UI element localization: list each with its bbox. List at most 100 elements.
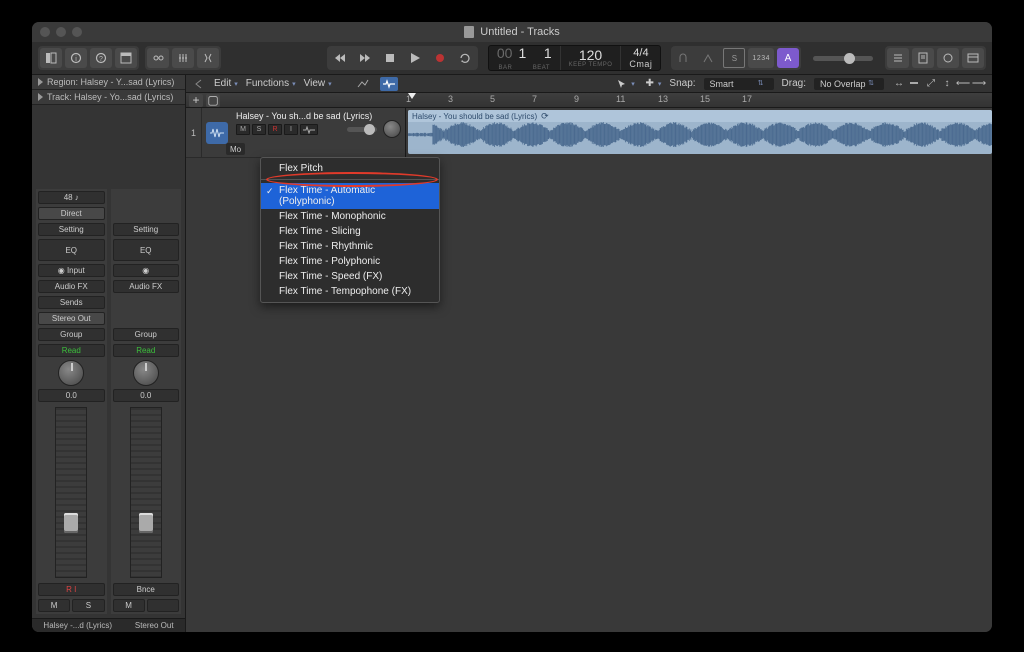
master-volume-slider[interactable] [813, 56, 873, 61]
traffic-lights[interactable] [40, 27, 82, 37]
tool-selector[interactable]: ▾ ✚▾ [617, 78, 661, 89]
pan-knob[interactable] [133, 360, 159, 386]
edit-menu[interactable]: Edit▾ [214, 78, 238, 89]
zoom-out-button[interactable]: ⟵ [956, 74, 970, 94]
quickhelp-button[interactable]: ? [90, 48, 112, 68]
record-enable-button[interactable]: R [268, 124, 282, 135]
functions-menu[interactable]: Functions▾ [246, 78, 296, 89]
replace-button[interactable] [673, 48, 695, 68]
sends-slot[interactable]: Sends [38, 296, 105, 309]
setting-slot[interactable]: Setting [113, 223, 180, 236]
setting-slot[interactable]: Setting [38, 223, 105, 236]
input-slot[interactable]: ◉ Input [38, 264, 105, 277]
count-in-button[interactable]: 1234 [748, 48, 774, 68]
input-monitor-button[interactable]: I [284, 124, 298, 135]
flex-pitch-item[interactable]: Flex Pitch [261, 161, 439, 176]
flex-mode-item[interactable]: Flex Time - Rhythmic [261, 239, 439, 254]
flex-mode-item[interactable]: Flex Time - Tempophone (FX) [261, 284, 439, 299]
zoom-icon[interactable] [72, 27, 82, 37]
fader[interactable] [130, 407, 162, 578]
solo-button[interactable]: S [72, 599, 104, 612]
fader-cap[interactable] [64, 513, 78, 533]
drag-select[interactable]: No Overlap⇅ [814, 78, 884, 90]
rec-slot[interactable]: R I [38, 583, 105, 596]
flex-mode-menu[interactable]: Flex Pitch ✓Flex Time - Automatic (Polyp… [260, 157, 440, 303]
mode-group: S 1234 A [671, 46, 801, 70]
rec-icon-slot[interactable]: ◉ [113, 264, 180, 277]
mute-button[interactable]: M [113, 599, 145, 612]
inspector-button[interactable]: i [65, 48, 87, 68]
track-infobar[interactable]: Track: Halsey - Yo...sad (Lyrics) [32, 90, 185, 105]
back-button[interactable] [192, 77, 206, 91]
group-slot[interactable]: Group [38, 328, 105, 341]
fader-cap[interactable] [139, 513, 153, 533]
snap-select[interactable]: Smart⇅ [704, 78, 774, 90]
automation-slot[interactable]: Read [113, 344, 180, 357]
flex-mode-item[interactable]: Flex Time - Monophonic [261, 209, 439, 224]
browsers-button[interactable] [962, 48, 984, 68]
rewind-button[interactable] [329, 48, 351, 68]
smart-controls-button[interactable] [147, 48, 169, 68]
track-volume-slider[interactable] [347, 127, 377, 132]
audiofx-slot[interactable]: Audio FX [38, 280, 105, 293]
forward-button[interactable] [354, 48, 376, 68]
record-button[interactable] [429, 48, 451, 68]
flex-mode-item[interactable]: Flex Time - Slicing [261, 224, 439, 239]
flex-button[interactable] [380, 77, 398, 91]
loops-button[interactable] [937, 48, 959, 68]
notepad-button[interactable] [912, 48, 934, 68]
audio-region[interactable]: Halsey - You should be sad (Lyrics)⟳ [408, 110, 992, 154]
list-editors-button[interactable] [887, 48, 909, 68]
channel1-name: Halsey -...d (Lyrics) [43, 621, 112, 630]
gain-slot[interactable]: 48 ♪ [38, 191, 105, 204]
close-icon[interactable] [40, 27, 50, 37]
bounce-slot[interactable]: Bnce [113, 583, 180, 596]
waveform-zoom-button[interactable] [908, 74, 922, 94]
window-title-text: Untitled - Tracks [480, 26, 559, 38]
fader[interactable] [55, 407, 87, 578]
view-menu[interactable]: View▾ [304, 78, 332, 89]
mixer-button[interactable] [172, 48, 194, 68]
flex-mode-item[interactable]: ✓Flex Time - Automatic (Polyphonic) [261, 183, 439, 209]
editors-button[interactable] [197, 48, 219, 68]
solo-button[interactable]: S [252, 124, 266, 135]
toolbar-button[interactable] [115, 48, 137, 68]
track-header[interactable]: 1 Halsey - You sh...d be sad (Lyrics) M … [186, 108, 406, 158]
eq-slot[interactable]: EQ [38, 239, 105, 261]
flex-mode-button[interactable]: Mo [226, 143, 245, 155]
solo-button[interactable]: S [723, 48, 745, 68]
pan-value[interactable]: 0.0 [38, 389, 105, 402]
region-infobar[interactable]: Region: Halsey - Y...sad (Lyrics) [32, 75, 185, 90]
flex-track-button[interactable] [300, 124, 318, 135]
zoom-h-button[interactable]: ↔ [892, 74, 906, 94]
add-track-button[interactable]: + [189, 94, 203, 107]
pan-knob[interactable] [58, 360, 84, 386]
cycle-button[interactable] [454, 48, 476, 68]
library-button[interactable] [40, 48, 62, 68]
autopunch-button[interactable] [698, 48, 720, 68]
lcd-display[interactable]: 001 1 BAR BEAT 120KEEP TEMPO 4/4Cmaj [488, 45, 662, 71]
audiofx-slot[interactable]: Audio FX [113, 280, 180, 293]
output-slot[interactable]: Stereo Out [38, 312, 105, 325]
automation-slot[interactable]: Read [38, 344, 105, 357]
flex-mode-item[interactable]: Flex Time - Speed (FX) [261, 269, 439, 284]
automation-button[interactable] [354, 77, 372, 91]
mute-button[interactable]: M [236, 124, 250, 135]
direct-slot[interactable]: Direct [38, 207, 105, 220]
duplicate-track-button[interactable]: ▢ [206, 94, 220, 107]
minimize-icon[interactable] [56, 27, 66, 37]
zoom-in-button[interactable]: ⟶ [972, 74, 986, 94]
tuner-button[interactable]: A [777, 48, 799, 68]
group-slot[interactable]: Group [113, 328, 180, 341]
zoom-v-button[interactable]: ⤢ [924, 74, 938, 94]
track-pan-knob[interactable] [383, 120, 401, 138]
flex-mode-item[interactable]: Flex Time - Polyphonic [261, 254, 439, 269]
pan-value[interactable]: 0.0 [113, 389, 180, 402]
timeline-ruler[interactable]: + ▢ 1357911131517 [186, 93, 992, 108]
eq-slot[interactable]: EQ [113, 239, 180, 261]
vertical-zoom-button[interactable]: ↕ [940, 74, 954, 94]
stop-button[interactable] [379, 48, 401, 68]
play-button[interactable] [404, 48, 426, 68]
mute-button[interactable]: M [38, 599, 70, 612]
svg-text:?: ? [99, 56, 103, 63]
